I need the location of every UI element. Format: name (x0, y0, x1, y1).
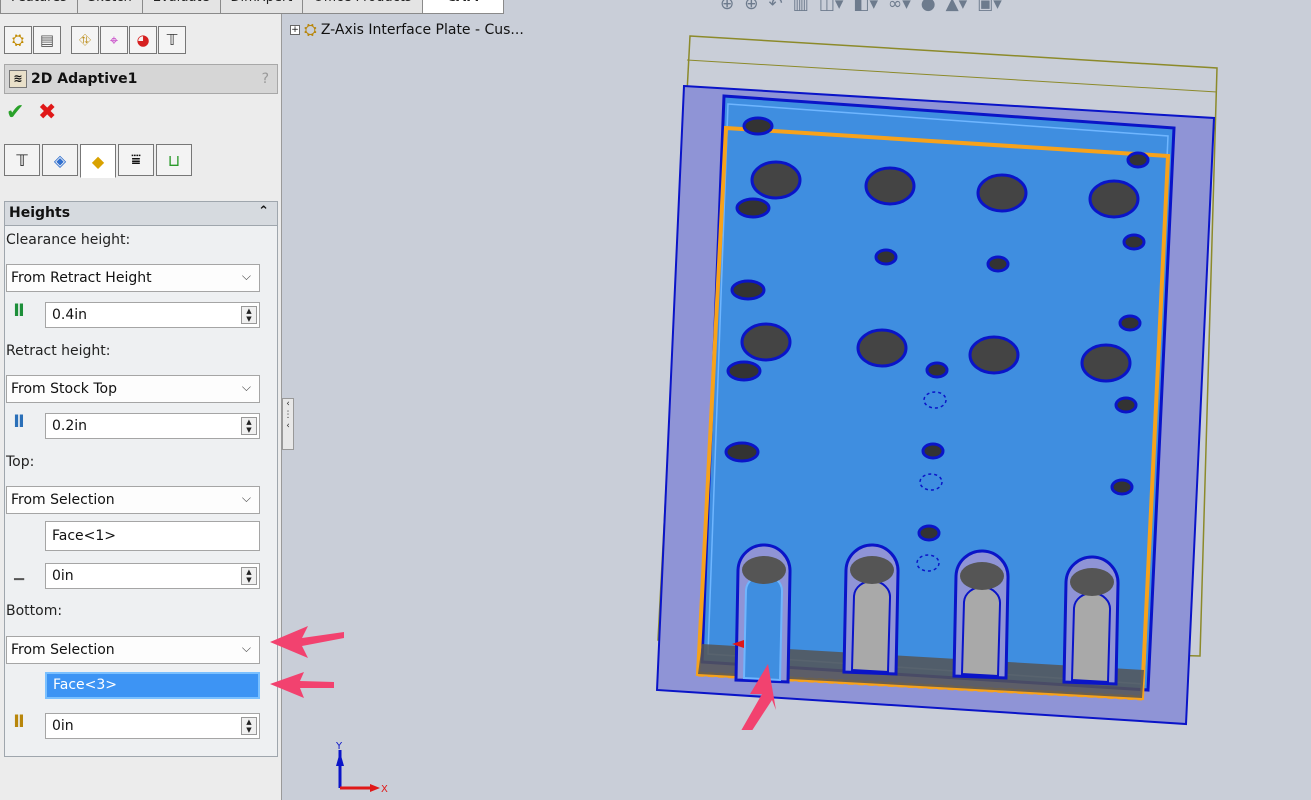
tool-tab-icon[interactable]: 𝕋 (4, 144, 40, 176)
edit-appearance-icon[interactable]: ● (921, 0, 936, 14)
spinner-arrows-icon[interactable]: ▲ ▼ (241, 567, 257, 585)
stock-edge (686, 59, 1218, 93)
heads-up-view-toolbar: ⊕ ⊕ ↶ ▥ ◫▾ ◧▾ ∞▾ ● ▲▾ ▣▾ (720, 0, 1012, 14)
feature-tree-root[interactable]: + ⛭ Z-Axis Interface Plate - Cus... (290, 20, 524, 40)
clearance-offset-icon: Ⅱ (13, 301, 25, 321)
clearance-offset-value: 0.4in (52, 307, 88, 323)
clearance-height-value: From Retract Height (11, 270, 152, 286)
chevron-down-icon: ⌵ (241, 641, 251, 655)
top-offset-field[interactable]: 0in ▲ ▼ (45, 563, 260, 589)
annotation-arrow-bottom-select (270, 626, 344, 658)
tab-sketch[interactable]: Sketch (76, 0, 143, 14)
bottom-offset-field[interactable]: 0in ▲ ▼ (45, 713, 260, 739)
hide-show-icon[interactable]: ∞▾ (888, 0, 911, 14)
retract-height-label: Retract height: (6, 343, 111, 359)
command-manager-tabs: Features Sketch Evaluate DimXpert Office… (0, 0, 505, 14)
bottom-offset-value: 0in (52, 718, 74, 734)
display-manager-icon[interactable]: ◕ (129, 26, 157, 54)
feature-tree-icon[interactable]: ⛭ (4, 26, 32, 54)
passes-tab-icon[interactable]: ⩸ (118, 144, 154, 176)
ok-button[interactable]: ✔ (6, 102, 24, 124)
bottom-height-value: From Selection (11, 642, 115, 658)
triad-x-label: X (381, 784, 388, 795)
dimxpert-icon[interactable]: ⌖ (100, 26, 128, 54)
top-height-select[interactable]: From Selection ⌵ (6, 486, 260, 514)
chevron-down-icon: ⌵ (241, 269, 251, 283)
apply-scene-icon[interactable]: ▲▾ (946, 0, 968, 14)
top-offset-icon: ▁ (14, 566, 24, 581)
retract-offset-field[interactable]: 0.2in ▲ ▼ (45, 413, 260, 439)
property-manager-icon[interactable]: ▤ (33, 26, 61, 54)
retract-height-select[interactable]: From Stock Top ⌵ (6, 375, 260, 403)
triad-y-label: Y (335, 741, 343, 752)
display-style-icon[interactable]: ◧▾ (853, 0, 878, 14)
retract-offset-value: 0.2in (52, 418, 88, 434)
expand-icon[interactable]: + (290, 25, 300, 35)
model-viewport[interactable] (640, 30, 1230, 730)
spinner-arrows-icon[interactable]: ▲ ▼ (241, 417, 257, 435)
tab-features[interactable]: Features (0, 0, 78, 14)
tab-dimxpert[interactable]: DimXpert (219, 0, 304, 14)
panel-splitter-handle[interactable]: ‹ ⋮ ‹ (282, 398, 294, 450)
tab-office-products[interactable]: Office Products (302, 0, 423, 14)
linking-tab-icon[interactable]: ⊔ (156, 144, 192, 176)
top-selection-box[interactable]: Face<1> (45, 521, 260, 551)
feature-title-bar: ≋ 2D Adaptive1 ? (4, 64, 278, 94)
part-icon: ⛭ (304, 20, 317, 39)
top-height-value: From Selection (11, 492, 115, 508)
bottom-selection-box[interactable]: Face<3> (45, 672, 260, 699)
spinner-arrows-icon[interactable]: ▲ ▼ (241, 306, 257, 324)
triad-x-arrow (370, 784, 380, 792)
top-offset-value: 0in (52, 568, 74, 584)
heights-title: Heights (9, 205, 71, 221)
clearance-height-label: Clearance height: (6, 232, 131, 248)
configuration-icon[interactable]: ⛗ (71, 26, 99, 54)
zoom-to-area-icon[interactable]: ⊕ (744, 0, 758, 14)
clearance-offset-field[interactable]: 0.4in ▲ ▼ (45, 302, 260, 328)
heights-tab-icon[interactable]: ◆ (80, 144, 116, 178)
retract-height-value: From Stock Top (11, 381, 117, 397)
adaptive-feature-icon: ≋ (9, 70, 27, 88)
retract-offset-icon: Ⅱ (13, 412, 25, 432)
part-name: Z-Axis Interface Plate - Cus... (320, 22, 524, 38)
bottom-offset-icon: Ⅱ (13, 712, 25, 732)
chevron-down-icon: ⌵ (241, 491, 251, 505)
annotation-arrow-bottom-face (270, 672, 334, 698)
view-orientation-icon[interactable]: ◫▾ (819, 0, 844, 14)
heights-header[interactable]: Heights ⌃ (5, 202, 277, 226)
triad-y-arrow (336, 752, 344, 766)
zoom-to-fit-icon[interactable]: ⊕ (720, 0, 734, 14)
feature-title: 2D Adaptive1 (31, 71, 138, 87)
view-settings-icon[interactable]: ▣▾ (977, 0, 1002, 14)
tab-evaluate[interactable]: Evaluate (141, 0, 221, 14)
cam-tool-icon[interactable]: 𝕋 (158, 26, 186, 54)
clearance-height-select[interactable]: From Retract Height ⌵ (6, 264, 260, 292)
top-height-label: Top: (6, 454, 35, 470)
previous-view-icon[interactable]: ↶ (769, 0, 783, 14)
bottom-height-select[interactable]: From Selection ⌵ (6, 636, 260, 664)
operation-tabs: 𝕋 ◈ ◆ ⩸ ⊔ (4, 144, 194, 178)
section-view-icon[interactable]: ▥ (793, 0, 809, 14)
property-manager: ⛭ ▤ ⛗ ⌖ ◕ 𝕋 ≋ 2D Adaptive1 ? ✔ ✖ 𝕋 ◈ ◆ ⩸… (0, 14, 282, 800)
bottom-height-label: Bottom: (6, 603, 63, 619)
tab-cam[interactable]: CAM (421, 0, 505, 14)
spinner-arrows-icon[interactable]: ▲ ▼ (241, 717, 257, 735)
geometry-tab-icon[interactable]: ◈ (42, 144, 78, 176)
cancel-button[interactable]: ✖ (38, 102, 56, 124)
help-button[interactable]: ? (262, 71, 269, 87)
manager-toolbar: ⛭ ▤ ⛗ ⌖ ◕ 𝕋 (4, 26, 187, 54)
collapse-icon[interactable]: ⌃ (258, 204, 269, 219)
chevron-down-icon: ⌵ (241, 380, 251, 394)
coordinate-triad: Y X (335, 741, 388, 795)
